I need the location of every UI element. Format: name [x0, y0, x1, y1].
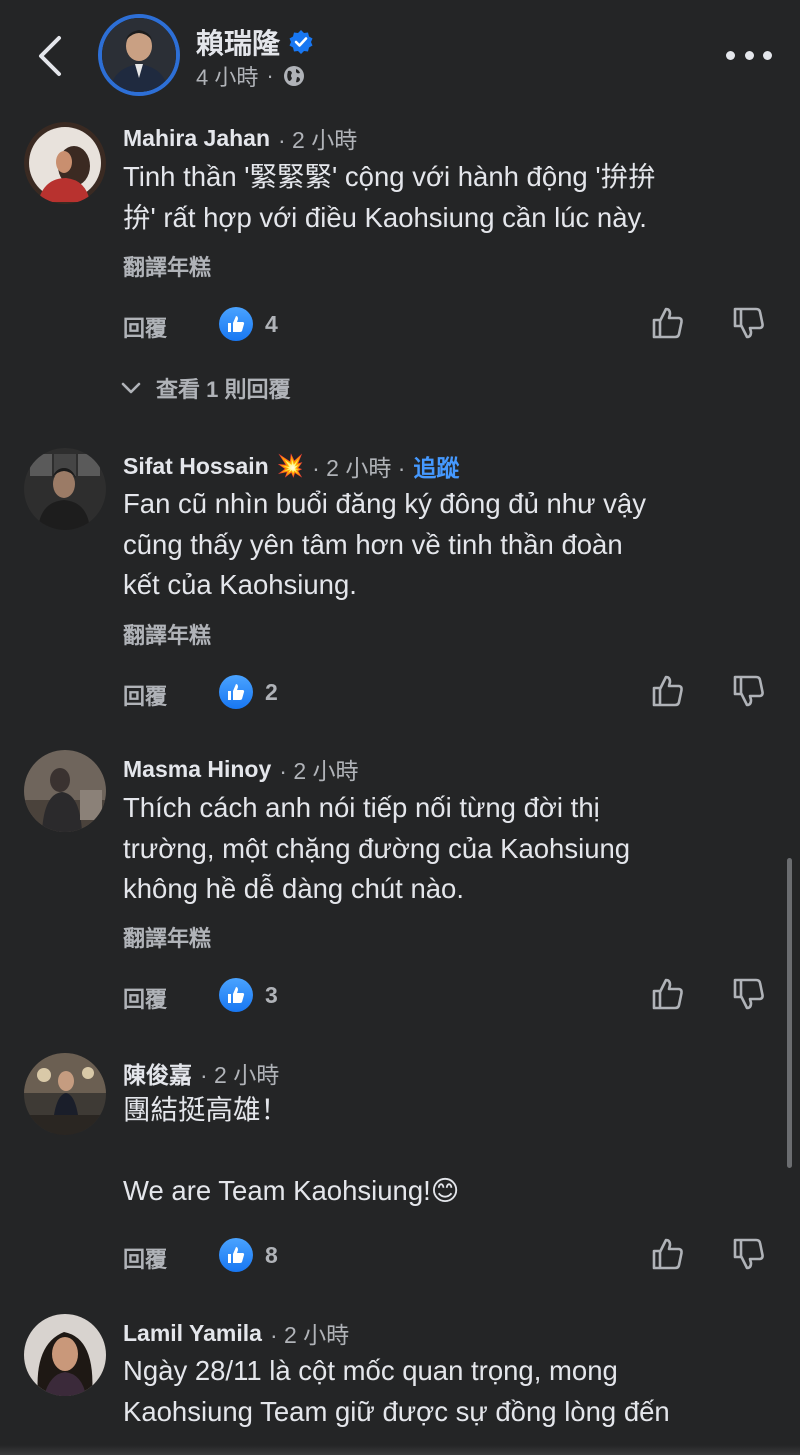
thumbs-down-icon[interactable]	[731, 305, 767, 341]
like-reaction-icon	[219, 307, 253, 341]
like-count: 3	[265, 981, 278, 1008]
thumbs-down-icon[interactable]	[731, 1236, 767, 1272]
scrollbar[interactable]	[787, 858, 792, 1168]
post-time: 4 小時	[196, 65, 259, 90]
comment-time: · 2 小時	[278, 127, 358, 153]
thumbs-up-icon[interactable]	[650, 1236, 686, 1272]
comment-text: Thích cách anh nói tiếp nối từng đời thị…	[123, 792, 631, 904]
comment-time: · 2 小時	[200, 1062, 280, 1088]
chevron-down-icon	[121, 382, 141, 394]
commenter-avatar[interactable]	[24, 1314, 106, 1396]
like-reaction-icon	[219, 1238, 253, 1272]
comment-time: · 2 小時	[269, 1322, 350, 1348]
reply-button[interactable]: 回覆	[123, 1242, 167, 1274]
translate-link[interactable]: 翻譯年糕	[123, 921, 211, 953]
verified-badge-icon	[289, 30, 313, 54]
chevron-left-icon	[39, 36, 61, 76]
comment-time: · 2 小時 ·	[312, 455, 406, 481]
globe-icon	[283, 66, 304, 86]
comment-text: Ngày 28/11 là cột mốc quan trọng, mong K…	[123, 1355, 670, 1427]
like-reaction-icon	[219, 978, 253, 1012]
view-replies-link[interactable]: 查看 1 則回覆	[120, 372, 290, 404]
follow-button[interactable]: 追蹤	[413, 449, 459, 483]
like-count: 2	[265, 678, 278, 705]
thumbs-up-icon[interactable]	[650, 976, 686, 1012]
comment-time: · 2 小時	[279, 758, 359, 784]
thumbs-up-icon[interactable]	[650, 305, 686, 341]
commenter-name[interactable]: Masma Hinoy	[123, 756, 271, 783]
post-header: 賴瑞隆 4 小時 ·	[0, 0, 800, 112]
thumbs-up-icon[interactable]	[650, 673, 686, 709]
reaction-summary[interactable]: 2	[219, 675, 278, 709]
like-count: 8	[265, 1241, 278, 1268]
comment-text: 團結挺高雄！ We are Team Kaohsiung!😊	[123, 1094, 460, 1206]
back-button[interactable]	[30, 32, 70, 80]
view-replies-label: 查看 1 則回覆	[156, 377, 291, 402]
reply-button[interactable]: 回覆	[123, 982, 167, 1014]
translate-link[interactable]: 翻譯年糕	[123, 618, 211, 650]
author-avatar[interactable]	[98, 14, 180, 96]
commenter-avatar[interactable]	[24, 448, 106, 530]
thumbs-down-icon[interactable]	[731, 673, 767, 709]
comment-actions: 回覆 3	[123, 976, 773, 1016]
badge-icon: 💥	[276, 453, 305, 478]
commenter-name[interactable]: Mahira Jahan	[123, 125, 270, 152]
comment-actions: 回覆 2	[123, 673, 773, 713]
comment-text: Fan cũ nhìn buổi đăng ký đông đủ như vậy…	[123, 488, 646, 600]
commenter-name[interactable]: 陳俊嘉	[123, 1056, 192, 1090]
reaction-summary[interactable]: 8	[219, 1238, 278, 1272]
commenter-name[interactable]: Lamil Yamila	[123, 1320, 262, 1347]
reaction-summary[interactable]: 4	[219, 307, 278, 341]
reply-button[interactable]: 回覆	[123, 311, 167, 343]
commenter-avatar[interactable]	[24, 122, 106, 204]
comment-actions: 回覆 4	[123, 305, 773, 345]
comment-text: Tinh thần '緊緊緊' cộng với hành động '拚拚 拚…	[123, 161, 656, 233]
reaction-summary[interactable]: 3	[219, 978, 278, 1012]
thumbs-down-icon[interactable]	[731, 976, 767, 1012]
translate-link[interactable]: 翻譯年糕	[123, 250, 211, 282]
commenter-avatar[interactable]	[24, 750, 106, 832]
reply-button[interactable]: 回覆	[123, 679, 167, 711]
commenter-name[interactable]: Sifat Hossain	[123, 453, 269, 480]
comment-actions: 回覆 8	[123, 1236, 773, 1276]
author-name[interactable]: 賴瑞隆	[196, 22, 280, 62]
more-options-button[interactable]	[726, 40, 772, 70]
like-count: 4	[265, 310, 278, 337]
commenter-avatar[interactable]	[24, 1053, 106, 1135]
like-reaction-icon	[219, 675, 253, 709]
